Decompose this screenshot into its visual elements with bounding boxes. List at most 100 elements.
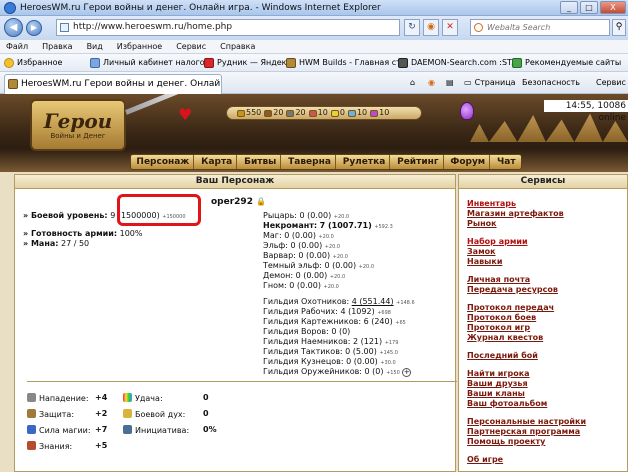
link-market[interactable]: Рынок (467, 219, 497, 229)
logo-title: Герои (43, 108, 113, 133)
safety-menu[interactable]: Безопасность (522, 75, 580, 91)
combat-level-value: 9 (110, 211, 116, 220)
link-photo-album[interactable]: Ваш фотоальбом (467, 399, 547, 409)
favorite-link[interactable]: Личный кабинет налого... (90, 54, 212, 71)
tab-favicon-icon (8, 79, 18, 89)
link-castle[interactable]: Замок (467, 247, 496, 257)
menu-help[interactable]: Справка (220, 40, 255, 53)
faction-delta: +592.3 (374, 224, 393, 230)
menu-view[interactable]: Вид (87, 40, 103, 53)
address-input[interactable]: http://www.heroeswm.ru/home.php (56, 19, 400, 36)
search-icon[interactable]: ⚲ (612, 19, 626, 36)
crystal-resource: 10 (347, 107, 367, 119)
nav-chat[interactable]: Чат (493, 155, 520, 169)
health-heart-icon[interactable]: ♥ (178, 106, 192, 124)
nav-battles[interactable]: Битвы (240, 155, 282, 169)
menu-favorites[interactable]: Избранное (117, 40, 162, 53)
faction-row: Гном: 0 (0.00) +20.0 (263, 281, 339, 292)
back-button[interactable]: ◀ (4, 18, 23, 37)
stat-name: Защита: (39, 410, 75, 419)
link-quest-log[interactable]: Журнал квестов (467, 333, 543, 343)
stat-value: +7 (95, 425, 108, 434)
guild-value[interactable]: 4 (551.44) (352, 297, 394, 306)
link-game-log[interactable]: Протокол игр (467, 323, 530, 333)
favorite-link[interactable]: DAEMON-Search.com :ST... (398, 54, 519, 71)
character-name-text: oper292 (211, 197, 253, 207)
nav-rating[interactable]: Рейтинг (393, 155, 444, 169)
link-battle-log[interactable]: Протокол боев (467, 313, 536, 323)
forward-button[interactable]: ▶ (26, 20, 42, 36)
guild-name: Гильдия Картежников: (263, 317, 362, 326)
favorite-link[interactable]: HWM Builds - Главная ст... (286, 54, 408, 71)
nav-roulette[interactable]: Рулетка (339, 155, 391, 169)
minimize-button[interactable]: _ (560, 1, 578, 14)
guild-name: Гильдия Тактиков: (263, 347, 343, 356)
link-transfer-log[interactable]: Протокол передач (467, 303, 554, 313)
game-logo[interactable]: Герои Войны и Денег (30, 99, 126, 151)
daemon-icon (398, 58, 408, 68)
search-input[interactable]: Webalta Search (470, 19, 610, 36)
link-army[interactable]: Набор армии (467, 237, 528, 247)
menu-file[interactable]: Файл (6, 40, 28, 53)
link-skills[interactable]: Навыки (467, 257, 502, 267)
guild-value: 2 (121) (352, 337, 383, 346)
resource-value: 550 (246, 108, 262, 117)
close-button[interactable]: X (600, 1, 626, 14)
print-button[interactable]: ▤ (446, 75, 454, 91)
wand-icon (27, 425, 36, 434)
faction-name: Демон: (263, 271, 294, 280)
favorites-label: Избранное (17, 58, 63, 67)
stat-name: Знания: (39, 442, 73, 451)
gold-icon (237, 109, 245, 117)
link-clans[interactable]: Ваши кланы (467, 389, 525, 399)
faction-delta: +20.0 (324, 244, 341, 250)
stop-icon[interactable]: ✕ (442, 19, 458, 36)
hwm-icon (286, 58, 296, 68)
crystal-icon (347, 109, 356, 117)
nav-character[interactable]: Персонаж (132, 155, 195, 169)
page-menu-label: Страница (474, 78, 516, 87)
link-transfer[interactable]: Передача ресурсов (467, 285, 558, 295)
sword-icon (125, 94, 185, 115)
favorite-link[interactable]: Рекомендуемые сайты (512, 54, 621, 71)
feeds-button[interactable]: ◉ (428, 75, 435, 91)
yandex-icon (204, 58, 214, 68)
expand-plus-icon[interactable]: + (402, 368, 412, 377)
guild-delta: +179 (384, 340, 399, 346)
page-menu[interactable]: ▭ Страница (464, 75, 516, 91)
stat-knowledge: Знания: (27, 441, 72, 452)
faction-name: Некромант: (263, 221, 318, 230)
tools-menu[interactable]: Сервис (596, 75, 626, 91)
link-help-project[interactable]: Помощь проекту (467, 437, 545, 447)
link-inventory[interactable]: Инвентарь (467, 199, 516, 209)
home-button[interactable]: ⌂ (410, 75, 415, 91)
link-partner[interactable]: Партнерская программа (467, 427, 580, 437)
link-last-battle[interactable]: Последний бой (467, 351, 538, 361)
rss-icon[interactable]: ◉ (423, 19, 439, 36)
guild-delta: +150 (386, 370, 400, 376)
link-mail[interactable]: Личная почта (467, 275, 530, 285)
faction-name: Рыцарь: (263, 211, 297, 220)
faction-delta: +20.0 (333, 214, 350, 220)
character-name[interactable]: oper292 🔒 (211, 197, 266, 207)
link-friends[interactable]: Ваши друзья (467, 379, 528, 389)
book-icon (27, 441, 36, 450)
favorites-button[interactable]: Избранное (4, 54, 63, 71)
mana-potion-icon[interactable] (460, 102, 474, 120)
favorites-bar: Избранное Личный кабинет налого... Рудни… (0, 54, 628, 72)
link-about[interactable]: Об игре (467, 455, 503, 465)
nav-forum[interactable]: Форум (446, 155, 491, 169)
refresh-icon[interactable]: ↻ (404, 19, 420, 36)
link-settings[interactable]: Персональные настройки (467, 417, 586, 427)
maximize-button[interactable]: □ (580, 1, 598, 14)
nav-map[interactable]: Карта (197, 155, 238, 169)
menu-tools[interactable]: Сервис (176, 40, 206, 53)
browser-tab[interactable]: HeroesWM.ru Герои войны и денег. Онлайн … (4, 74, 222, 94)
menu-edit[interactable]: Правка (42, 40, 72, 53)
safety-menu-label: Безопасность (522, 78, 580, 87)
link-artifact-shop[interactable]: Магазин артефактов (467, 209, 564, 219)
favorite-link[interactable]: Рудник — Яндекс (204, 54, 291, 71)
nav-tavern[interactable]: Таверна (284, 155, 336, 169)
game-banner: Герои Войны и Денег ♥ 550 20 20 10 0 10 … (0, 94, 628, 172)
link-find-player[interactable]: Найти игрока (467, 369, 530, 379)
